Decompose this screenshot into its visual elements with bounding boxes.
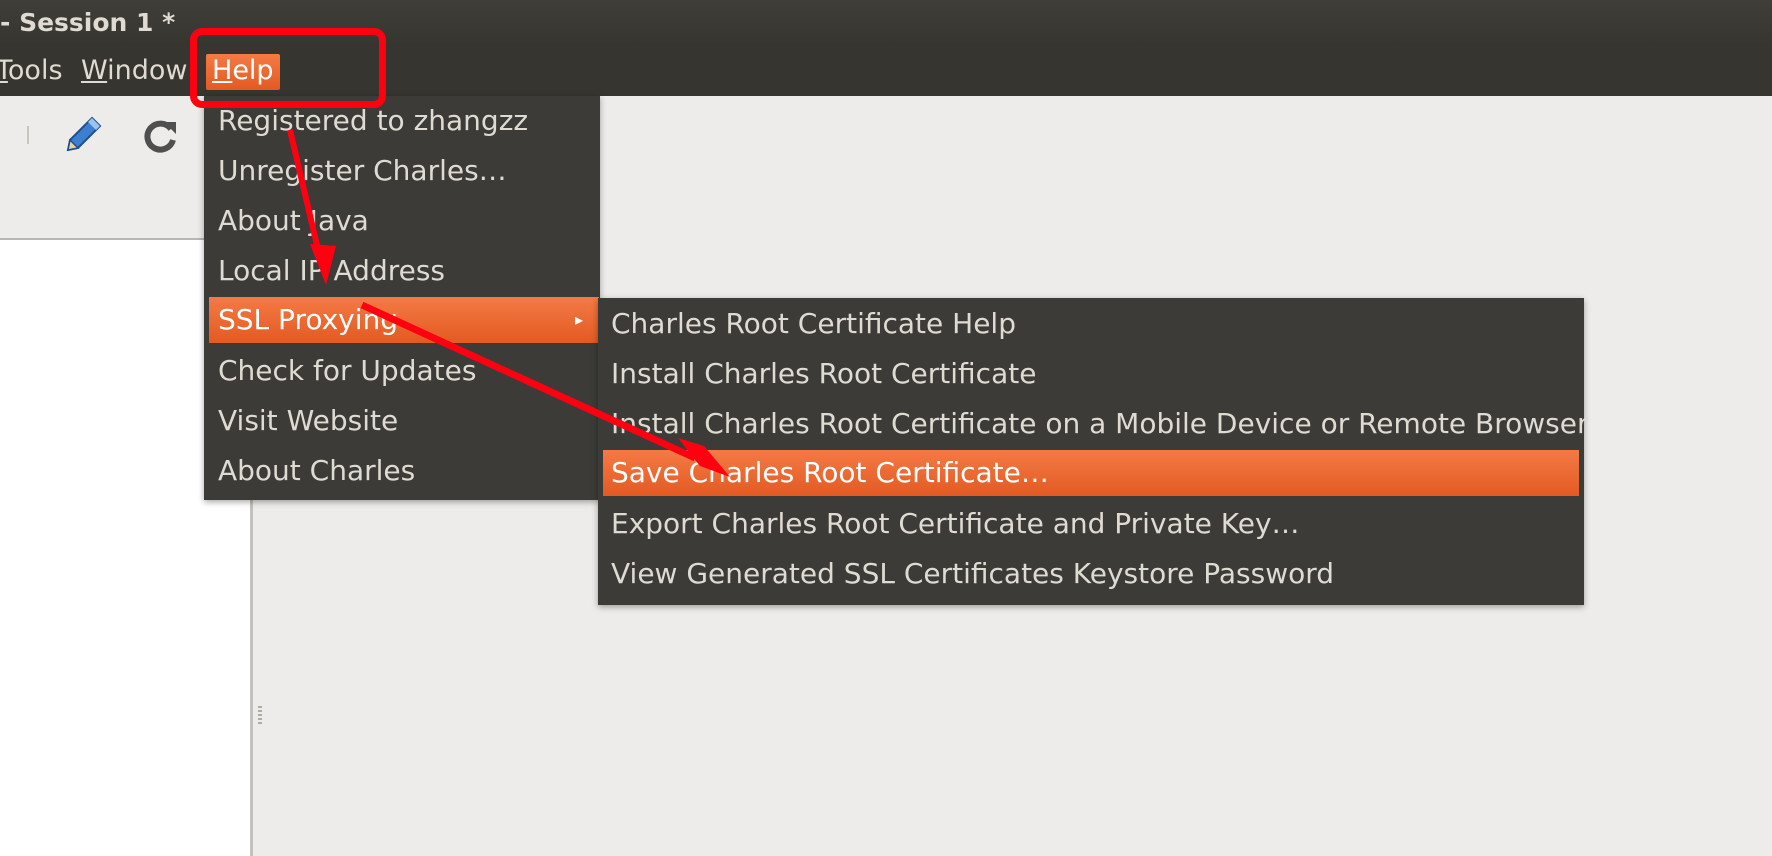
submenu-item-export-cert-key[interactable]: Export Charles Root Certificate and Priv… <box>598 501 1584 547</box>
submenu-item-label: Save Charles Root Certificate… <box>611 456 1049 489</box>
menu-window-rest: indow <box>107 55 188 86</box>
toolbar-separator <box>27 126 29 144</box>
menu-item-label: SSL Proxying <box>218 303 399 336</box>
window-title: - Session 1 * <box>0 8 176 37</box>
menu-item-label: Unregister Charles… <box>218 154 507 187</box>
splitter-handle[interactable] <box>258 706 262 726</box>
menu-item-label: Check for Updates <box>218 354 477 387</box>
menu-item-label: Registered to zhangzz <box>218 104 529 137</box>
help-menu-dropdown: Registered to zhangzz Unregister Charles… <box>204 96 600 500</box>
menu-tools-rest: ools <box>7 55 63 86</box>
submenu-item-label: View Generated SSL Certificates Keystore… <box>611 557 1335 590</box>
submenu-item-label: Charles Root Certificate Help <box>611 307 1016 340</box>
submenu-item-label: Install Charles Root Certificate <box>611 357 1037 390</box>
submenu-item-keystore-password[interactable]: View Generated SSL Certificates Keystore… <box>598 551 1584 597</box>
menu-item-visit-website[interactable]: Visit Website <box>204 398 600 444</box>
submenu-arrow-icon: ▸ <box>574 310 583 329</box>
ssl-proxying-submenu: Charles Root Certificate Help Install Ch… <box>598 298 1589 605</box>
help-annotation-box <box>190 28 386 108</box>
menu-item-local-ip[interactable]: Local IP Address <box>204 248 600 294</box>
menu-tools-accel: T <box>0 55 8 86</box>
menu-item-unregister[interactable]: Unregister Charles… <box>204 148 600 194</box>
menu-item-ssl-proxying[interactable]: SSL Proxying ▸ <box>209 297 599 343</box>
submenu-item-label: Export Charles Root Certificate and Priv… <box>611 507 1300 540</box>
submenu-item-root-cert-help[interactable]: Charles Root Certificate Help <box>598 301 1584 347</box>
submenu-item-install-mobile[interactable]: Install Charles Root Certificate on a Mo… <box>598 401 1589 447</box>
submenu-item-save-root-cert[interactable]: Save Charles Root Certificate… <box>603 450 1579 496</box>
reload-icon[interactable] <box>140 116 180 156</box>
menu-item-about-charles[interactable]: About Charles <box>204 448 600 494</box>
menu-item-about-java[interactable]: About Java <box>204 198 600 244</box>
menu-window[interactable]: Window <box>81 54 187 88</box>
menu-item-label: About Java <box>218 204 369 237</box>
menu-item-label: Local IP Address <box>218 254 446 287</box>
submenu-item-install-root-cert[interactable]: Install Charles Root Certificate <box>598 351 1584 397</box>
menu-window-accel: W <box>81 55 108 86</box>
pencil-icon[interactable] <box>62 112 106 156</box>
menu-item-check-updates[interactable]: Check for Updates <box>204 348 600 394</box>
menu-item-label: Visit Website <box>218 404 399 437</box>
submenu-item-label: Install Charles Root Certificate on a Mo… <box>611 407 1589 440</box>
menu-item-label: About Charles <box>218 454 416 487</box>
menu-tools[interactable]: Tools <box>0 54 63 88</box>
